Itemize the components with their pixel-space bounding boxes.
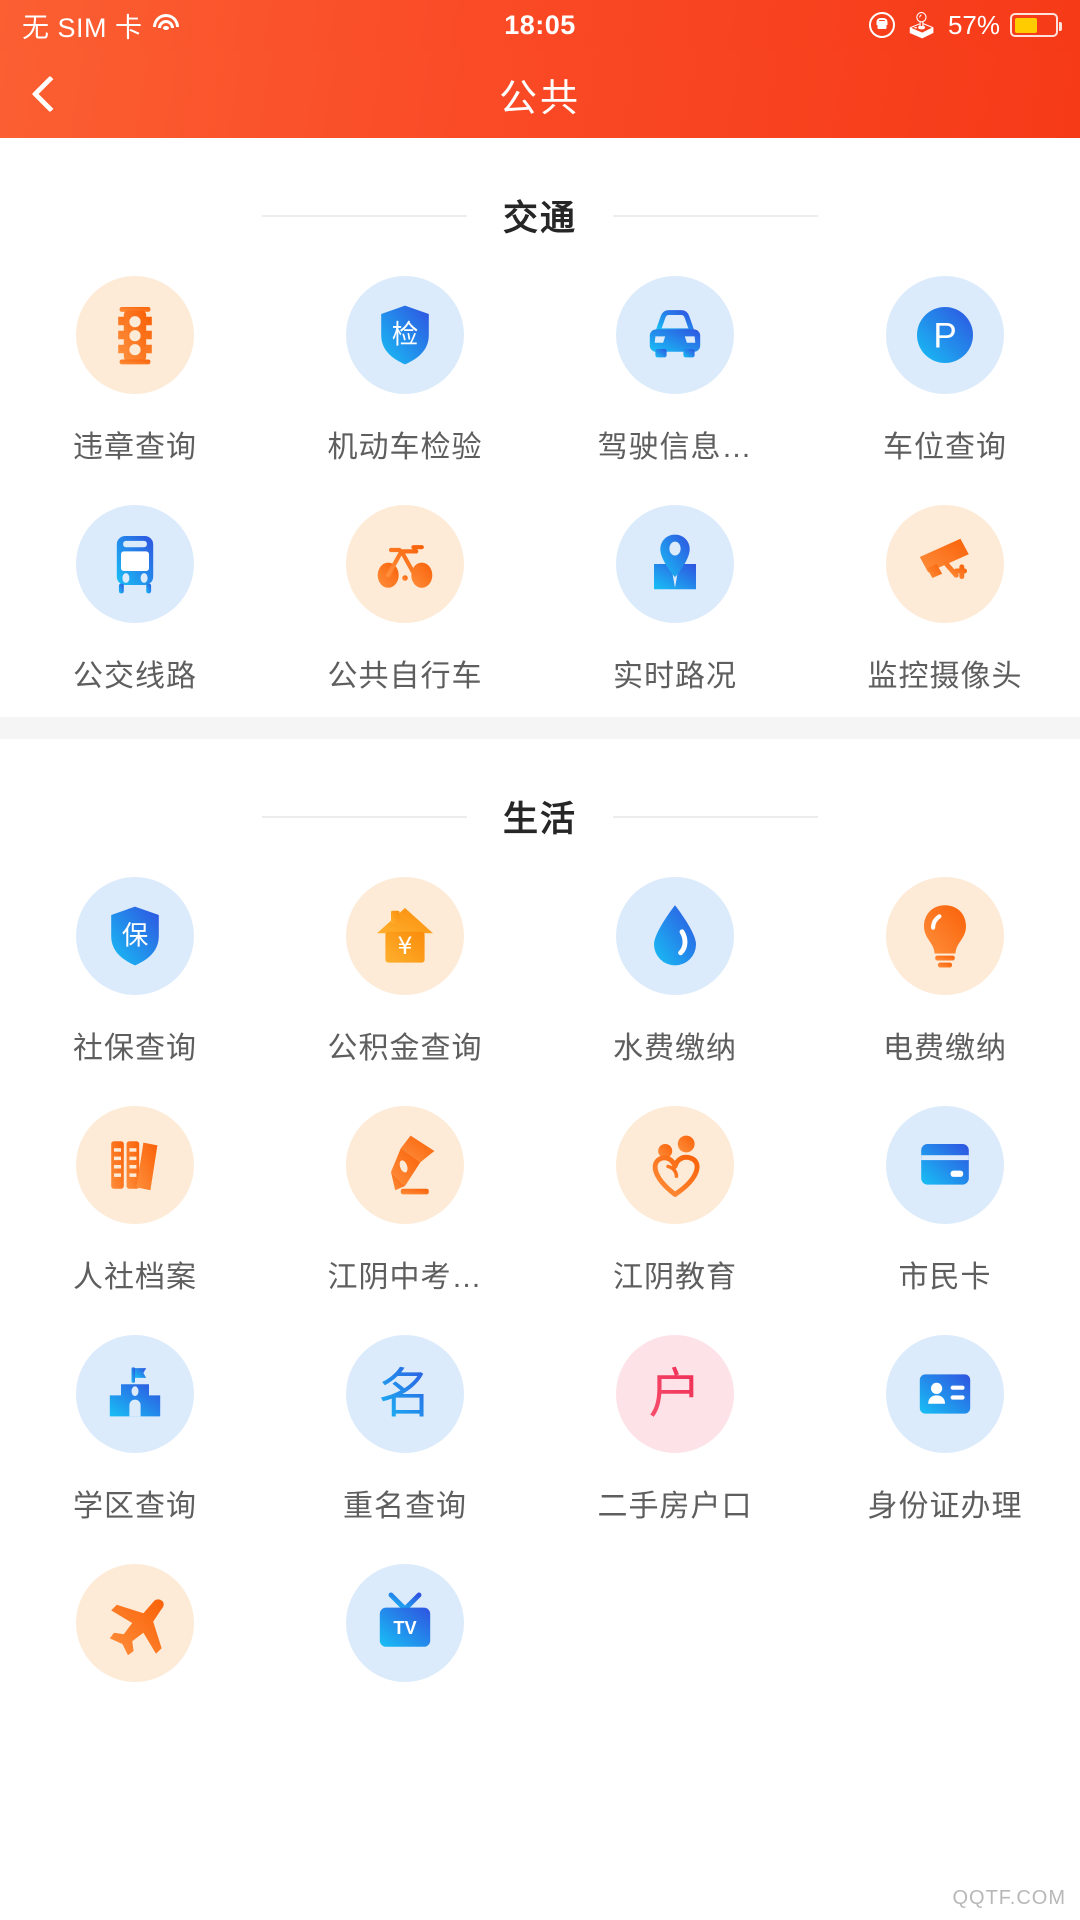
- grid-item-label: 公交线路: [73, 660, 197, 693]
- car-front-icon: [616, 276, 734, 394]
- grid-item-water-drop[interactable]: 水费缴纳: [540, 860, 810, 1089]
- section-header: 交通: [0, 138, 1080, 259]
- back-chevron-icon: [31, 75, 69, 113]
- light-bulb-icon: [886, 877, 1004, 995]
- svg-text:保: 保: [122, 920, 149, 951]
- content-area: 交通 违章查询检机动车检验 驾驶信息… P 车位查询 公交线路 公共自行车 实时路况 监控摄像头…: [0, 138, 1080, 1732]
- heart-people-icon: [616, 1106, 734, 1224]
- grid-item-heart-people[interactable]: 江阴教育: [540, 1089, 810, 1318]
- svg-text:名: 名: [378, 1363, 431, 1425]
- grid-item-label: 违章查询: [73, 431, 197, 464]
- grid-item-household-hu[interactable]: 户二手房户口: [540, 1318, 810, 1547]
- grid-item-bank-card[interactable]: 市民卡: [810, 1089, 1080, 1318]
- section-rule-right: [613, 214, 818, 217]
- bank-card-icon: [886, 1106, 1004, 1224]
- water-drop-icon: [616, 877, 734, 995]
- grid-item-label: 重名查询: [343, 1490, 467, 1523]
- books-icon: [76, 1106, 194, 1224]
- map-pin-icon: [616, 505, 734, 623]
- grid-item-label: 公共自行车: [327, 660, 483, 693]
- grid-item-label: 电费缴纳: [883, 1032, 1007, 1065]
- grid-item-car-front[interactable]: 驾驶信息…: [540, 259, 810, 488]
- tv-icon: TV: [346, 1564, 464, 1682]
- section-header: 生活: [0, 739, 1080, 860]
- grid-item-label: 车位查询: [883, 431, 1007, 464]
- grid-item-parking-p[interactable]: P 车位查询: [810, 259, 1080, 488]
- svg-text:户: 户: [648, 1363, 701, 1425]
- shield-inspect-icon: 检: [346, 276, 464, 394]
- grid-item-light-bulb[interactable]: 电费缴纳: [810, 860, 1080, 1089]
- grid-item-label: 市民卡: [898, 1261, 992, 1294]
- grid-item-tv[interactable]: TV: [270, 1547, 540, 1732]
- bicycle-icon: [346, 505, 464, 623]
- section-1: 交通 违章查询检机动车检验 驾驶信息… P 车位查询 公交线路 公共自行车 实时路况 监控摄像头: [0, 138, 1080, 717]
- svg-text:¥: ¥: [397, 932, 412, 960]
- section-rule-right: [613, 815, 818, 818]
- grid-item-label: 江阴教育: [613, 1261, 737, 1294]
- grid-item-label: 人社档案: [73, 1261, 197, 1294]
- status-bar: 无 SIM 卡 18:05 🕹 57%: [0, 0, 1080, 50]
- grid-item-label: 江阴中考…: [327, 1261, 483, 1294]
- battery-icon: [1010, 13, 1062, 37]
- grid-item-bicycle[interactable]: 公共自行车: [270, 488, 540, 717]
- section-rule-left: [261, 214, 467, 217]
- cctv-camera-icon: [886, 505, 1004, 623]
- section-title: 生活: [502, 800, 577, 839]
- svg-text:TV: TV: [393, 1618, 416, 1638]
- section-2: 生活保社保查询 ¥ 公积金查询 水费缴纳 电费缴纳人社档案 江阴中考… 江阴教育 市民卡学区查…: [0, 739, 1080, 1732]
- bluetooth-icon: 🕹: [904, 10, 938, 40]
- grid-item-map-pin[interactable]: 实时路况: [540, 488, 810, 717]
- grid-item-label: 学区查询: [73, 1490, 197, 1523]
- fountain-pen-icon: [346, 1106, 464, 1224]
- grid-item-id-card[interactable]: 身份证办理: [810, 1318, 1080, 1547]
- svg-text:P: P: [933, 317, 956, 356]
- school-flag-icon: [76, 1335, 194, 1453]
- grid-item-fountain-pen[interactable]: 江阴中考…: [270, 1089, 540, 1318]
- grid-item-label: 监控摄像头: [867, 660, 1023, 693]
- grid-item-shield-inspect[interactable]: 检机动车检验: [270, 259, 540, 488]
- name-ming-icon: 名: [346, 1335, 464, 1453]
- grid-item-books[interactable]: 人社档案: [0, 1089, 270, 1318]
- icon-grid: 保社保查询 ¥ 公积金查询 水费缴纳 电费缴纳人社档案 江阴中考… 江阴教育 市民卡学区查询 名…: [0, 860, 1080, 1732]
- page-title: 公共: [498, 77, 581, 120]
- shield-insurance-icon: 保: [76, 877, 194, 995]
- nav-bar: 公共: [0, 50, 1080, 138]
- grid-item-traffic-light[interactable]: 违章查询: [0, 259, 270, 488]
- house-yuan-icon: ¥: [346, 877, 464, 995]
- status-bar-right: 🕹 57%: [868, 9, 1062, 41]
- grid-item-house-yuan[interactable]: ¥ 公积金查询: [270, 860, 540, 1089]
- icon-grid: 违章查询检机动车检验 驾驶信息… P 车位查询 公交线路 公共自行车 实时路况 监控摄像头: [0, 259, 1080, 717]
- grid-item-label: 二手房户口: [597, 1490, 753, 1523]
- traffic-light-icon: [76, 276, 194, 394]
- grid-item-name-ming[interactable]: 名重名查询: [270, 1318, 540, 1547]
- svg-text:检: 检: [392, 319, 419, 350]
- back-button[interactable]: [0, 75, 100, 113]
- section-divider-band: [0, 717, 1080, 739]
- bus-icon: [76, 505, 194, 623]
- grid-item-label: 机动车检验: [327, 431, 483, 464]
- grid-item-label: 实时路况: [613, 660, 737, 693]
- carrier-label: 无 SIM 卡: [22, 12, 143, 43]
- grid-item-label: 社保查询: [73, 1032, 197, 1065]
- airplane-icon: [76, 1564, 194, 1682]
- grid-item-bus[interactable]: 公交线路: [0, 488, 270, 717]
- grid-item-label: 公积金查询: [327, 1032, 483, 1065]
- wifi-icon: [152, 14, 180, 36]
- watermark: QQTF.COM: [952, 1887, 1066, 1909]
- id-card-icon: [886, 1335, 1004, 1453]
- grid-item-cctv-camera[interactable]: 监控摄像头: [810, 488, 1080, 717]
- grid-item-school-flag[interactable]: 学区查询: [0, 1318, 270, 1547]
- grid-item-label: 驾驶信息…: [597, 431, 753, 464]
- status-bar-left: 无 SIM 卡: [22, 6, 180, 45]
- grid-item-airplane[interactable]: [0, 1547, 270, 1732]
- parking-p-icon: P: [886, 276, 1004, 394]
- grid-item-shield-insurance[interactable]: 保社保查询: [0, 860, 270, 1089]
- grid-item-label: 水费缴纳: [613, 1032, 737, 1065]
- grid-item-label: 身份证办理: [867, 1490, 1023, 1523]
- battery-percent-label: 57%: [947, 9, 1000, 40]
- section-title: 交通: [502, 199, 577, 238]
- household-hu-icon: 户: [616, 1335, 734, 1453]
- rotation-lock-icon: [868, 12, 895, 38]
- section-rule-left: [261, 815, 467, 818]
